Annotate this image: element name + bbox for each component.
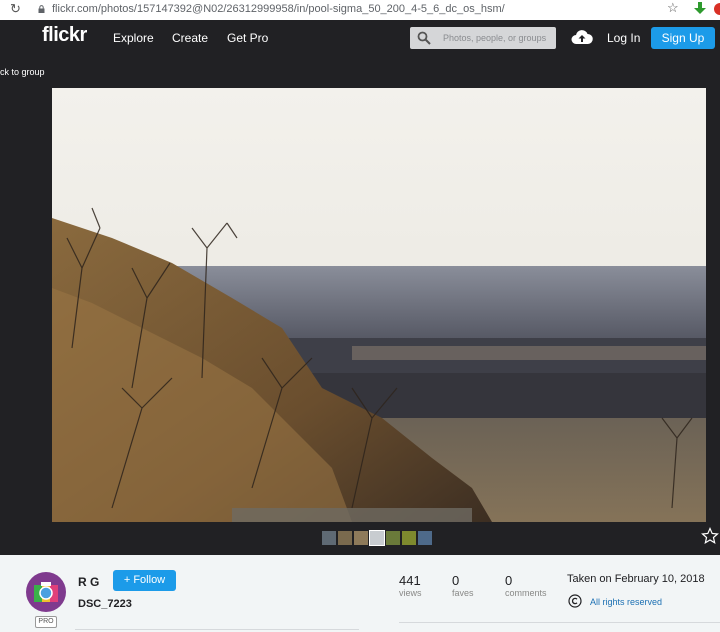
lock-icon [38,5,45,13]
avatar[interactable] [26,572,66,612]
back-to-group-link[interactable]: ck to group [0,67,45,77]
fave-star-icon[interactable] [701,527,719,545]
faves-label: faves [452,588,474,598]
follow-button[interactable]: + Follow [113,570,176,591]
views-count: 441 [399,573,421,588]
thumbnail[interactable] [338,531,352,545]
owner-name[interactable]: R G [78,575,99,589]
reload-icon[interactable]: ↻ [10,1,21,17]
thumbnail-strip [322,530,436,546]
login-link[interactable]: Log In [607,31,640,45]
camera-icon [34,582,58,602]
nav-create[interactable]: Create [172,31,208,45]
nav-explore[interactable]: Explore [113,31,154,45]
thumbnail[interactable] [402,531,416,545]
nav-get-pro[interactable]: Get Pro [227,31,268,45]
signup-button[interactable]: Sign Up [651,27,715,49]
thumbnail[interactable] [418,531,432,545]
thumbnail-current[interactable] [369,530,385,546]
upload-cloud-icon[interactable] [571,29,593,45]
comments-label: comments [505,588,547,598]
views-label: views [399,588,422,598]
pro-badge: PRO [35,616,57,628]
photo-info-panel [0,555,720,632]
url-text[interactable]: flickr.com/photos/157147392@N02/26312999… [52,3,505,15]
thumbnail[interactable] [322,531,336,545]
divider [75,629,359,630]
copyright-icon [568,594,582,608]
photo-title: DSC_7223 [78,598,132,610]
bookmark-star-icon[interactable]: ☆ [667,0,679,16]
faves-count: 0 [452,573,460,588]
divider [399,622,720,623]
comments-count: 0 [505,573,513,588]
main-photo[interactable] [52,88,706,522]
extension-icon[interactable] [714,3,720,15]
date-taken[interactable]: Taken on February 10, 2018 [567,573,705,585]
flickr-logo[interactable]: flickr [42,24,87,47]
thumbnail[interactable] [354,531,368,545]
thumbnail[interactable] [386,531,400,545]
download-icon[interactable] [694,2,706,16]
search-placeholder: Photos, people, or groups [443,33,547,43]
license-link[interactable]: All rights reserved [590,597,662,607]
search-icon[interactable] [417,31,431,45]
